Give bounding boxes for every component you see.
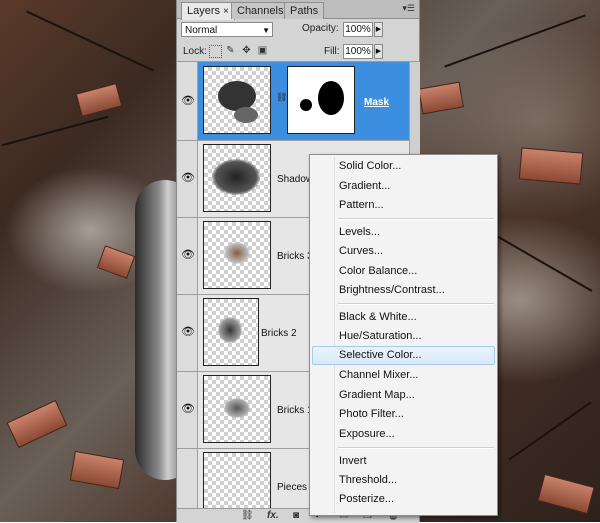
menu-item-curves[interactable]: Curves... bbox=[339, 245, 383, 257]
link-icon[interactable]: ⛓ bbox=[241, 510, 254, 521]
menu-item-invert[interactable]: Invert bbox=[339, 455, 367, 467]
menu-item-pattern[interactable]: Pattern... bbox=[339, 199, 384, 211]
menu-item-gradient-map[interactable]: Gradient Map... bbox=[339, 389, 415, 401]
visibility-toggle[interactable]: 👁 bbox=[177, 218, 198, 294]
layer-name[interactable]: Shadow bbox=[277, 174, 313, 185]
layer-thumbnail bbox=[203, 221, 271, 289]
eye-icon: 👁 bbox=[181, 249, 195, 261]
menu-item-exposure[interactable]: Exposure... bbox=[339, 428, 395, 440]
close-icon[interactable]: × bbox=[223, 6, 229, 17]
tab-channels-label: Channels bbox=[237, 5, 284, 17]
tab-layers-label: Layers bbox=[187, 5, 221, 17]
lock-all-icon[interactable]: ▣ bbox=[257, 45, 268, 56]
lock-image-icon[interactable]: ✎ bbox=[225, 45, 236, 56]
panel-tab-bar: Layers × Channels Paths ▾☰ bbox=[177, 0, 419, 20]
blend-mode-select[interactable]: Normal ▼ bbox=[181, 22, 273, 37]
layer-name[interactable]: Bricks 2 bbox=[261, 328, 297, 339]
menu-item-posterize[interactable]: Posterize... bbox=[339, 493, 394, 505]
tab-paths[interactable]: Paths bbox=[284, 2, 325, 19]
layer-name[interactable]: Bricks 3 bbox=[277, 251, 313, 262]
lock-row: Lock: ✎ ✥ ▣ Fill: 100% ▶ bbox=[177, 41, 419, 62]
eye-icon: 👁 bbox=[181, 95, 195, 107]
link-icon[interactable]: ⛓ bbox=[276, 92, 287, 103]
visibility-toggle[interactable]: 👁 bbox=[177, 141, 198, 217]
lock-label: Lock: bbox=[183, 46, 207, 57]
tab-layers[interactable]: Layers × bbox=[181, 2, 235, 20]
chevron-down-icon: ▼ bbox=[262, 26, 270, 35]
menu-item-solid-color[interactable]: Solid Color... bbox=[339, 160, 401, 172]
layer-thumbnail bbox=[203, 66, 271, 134]
visibility-toggle[interactable]: 👁 bbox=[177, 295, 198, 371]
add-mask-icon[interactable]: ◙ bbox=[293, 510, 299, 521]
opacity-slider-toggle[interactable]: ▶ bbox=[374, 22, 383, 37]
menu-item-channel-mixer[interactable]: Channel Mixer... bbox=[339, 369, 418, 381]
visibility-toggle[interactable] bbox=[177, 449, 198, 508]
blend-row: Normal ▼ Opacity: 100% ▶ bbox=[177, 19, 419, 41]
layer-name[interactable]: Mask bbox=[364, 97, 389, 108]
eye-icon: 👁 bbox=[181, 326, 195, 338]
tab-paths-label: Paths bbox=[290, 5, 319, 17]
opacity-label: Opacity: bbox=[302, 23, 339, 34]
menu-item-gradient[interactable]: Gradient... bbox=[339, 180, 390, 192]
layer-name[interactable]: Bricks 1 bbox=[277, 405, 313, 416]
fill-label: Fill: bbox=[324, 46, 340, 57]
panel-menu-icon[interactable]: ▾☰ bbox=[402, 3, 415, 14]
eye-icon: 👁 bbox=[181, 403, 195, 415]
layer-row-masked[interactable]: 👁 ⛓ Mask bbox=[177, 62, 409, 141]
eye-icon: 👁 bbox=[181, 172, 195, 184]
layer-thumbnail bbox=[203, 375, 271, 443]
visibility-toggle[interactable]: 👁 bbox=[177, 372, 198, 448]
lock-position-icon[interactable]: ✥ bbox=[241, 45, 252, 56]
layer-thumbnail bbox=[203, 144, 271, 212]
blend-mode-value: Normal bbox=[185, 25, 218, 36]
menu-item-black-white[interactable]: Black & White... bbox=[339, 311, 417, 323]
menu-item-brightness-contrast[interactable]: Brightness/Contrast... bbox=[339, 284, 445, 296]
layer-thumbnail bbox=[203, 298, 259, 366]
menu-item-hue-saturation[interactable]: Hue/Saturation... bbox=[339, 330, 422, 342]
lock-transparency-icon[interactable] bbox=[209, 45, 222, 58]
fx-icon[interactable]: fx. bbox=[267, 510, 279, 521]
menu-item-levels[interactable]: Levels... bbox=[339, 226, 380, 238]
menu-item-threshold[interactable]: Threshold... bbox=[339, 474, 397, 486]
adjustment-layer-menu: Solid Color... Gradient... Pattern... Le… bbox=[309, 154, 498, 516]
opacity-input[interactable]: 100% bbox=[343, 22, 373, 37]
menu-item-selective-color[interactable]: Selective Color... bbox=[312, 346, 495, 365]
visibility-toggle[interactable]: 👁 bbox=[177, 62, 198, 140]
menu-item-photo-filter[interactable]: Photo Filter... bbox=[339, 408, 404, 420]
fill-slider-toggle[interactable]: ▶ bbox=[374, 44, 383, 59]
layer-mask-thumbnail[interactable] bbox=[287, 66, 355, 134]
menu-item-color-balance[interactable]: Color Balance... bbox=[339, 265, 417, 277]
fill-input[interactable]: 100% bbox=[343, 44, 373, 59]
tab-channels[interactable]: Channels bbox=[231, 2, 290, 19]
